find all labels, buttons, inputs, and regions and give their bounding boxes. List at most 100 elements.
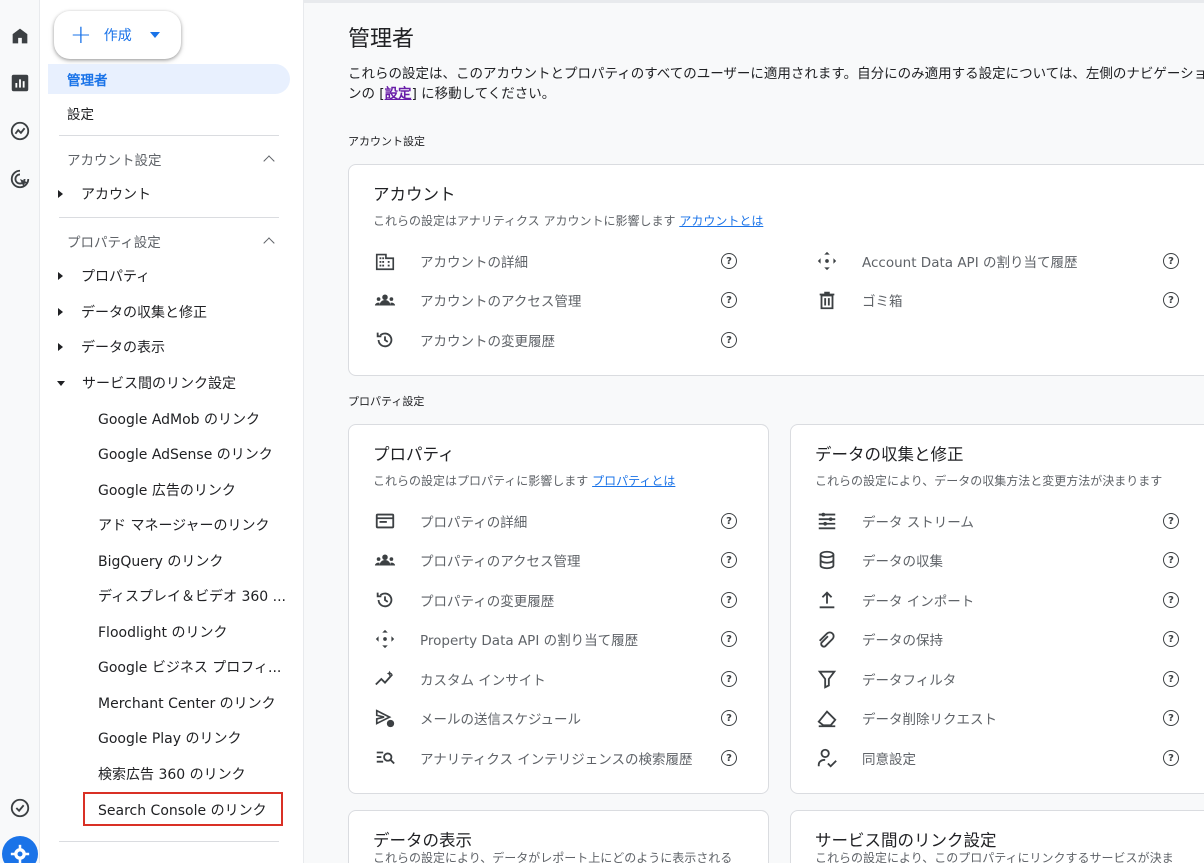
chevron-up-icon xyxy=(263,237,275,249)
admin-gear-icon[interactable] xyxy=(2,836,38,863)
help-icon[interactable]: ? xyxy=(1163,513,1179,529)
help-icon[interactable]: ? xyxy=(1163,292,1179,308)
help-icon[interactable]: ? xyxy=(1163,671,1179,687)
custom-insights-row[interactable]: カスタム インサイト ? xyxy=(373,665,747,693)
expand-arrow-icon xyxy=(58,308,63,316)
sidebar-link-search-ads-360[interactable]: 検索広告 360 のリンク xyxy=(98,764,246,784)
property-settings-section-header[interactable]: プロパティ設定 xyxy=(67,231,279,251)
sidebar-link-google-play[interactable]: Google Play のリンク xyxy=(98,728,241,748)
sidebar-link-merchant-center[interactable]: Merchant Center のリンク xyxy=(98,693,276,713)
what-is-property-link[interactable]: プロパティとは xyxy=(592,474,675,488)
row-label: メールの送信スケジュール xyxy=(420,712,582,728)
account-settings-section-header[interactable]: アカウント設定 xyxy=(67,149,279,169)
account-details-row[interactable]: アカウントの詳細 ? xyxy=(373,247,747,275)
row-label: データの保持 xyxy=(862,633,943,649)
explore-icon[interactable] xyxy=(6,117,34,145)
tree-item-label: プロパティ xyxy=(81,269,151,285)
property-access-row[interactable]: プロパティのアクセス管理 ? xyxy=(373,546,747,574)
group-icon xyxy=(373,288,397,312)
help-icon[interactable]: ? xyxy=(1163,253,1179,269)
sidebar-item-account[interactable]: アカウント xyxy=(58,184,151,204)
sidebar-link-bigquery[interactable]: BigQuery のリンク xyxy=(98,551,223,571)
help-icon[interactable]: ? xyxy=(721,513,737,529)
data-streams-icon xyxy=(815,509,839,533)
property-change-history-row[interactable]: プロパティの変更履歴 ? xyxy=(373,586,747,614)
help-icon[interactable]: ? xyxy=(721,750,737,766)
page-title: 管理者 xyxy=(348,27,415,52)
row-label: アカウントの変更履歴 xyxy=(420,334,555,350)
help-icon[interactable]: ? xyxy=(721,631,737,647)
help-icon[interactable]: ? xyxy=(1163,592,1179,608)
reports-icon[interactable] xyxy=(6,69,34,97)
property-settings-label: プロパティ設定 xyxy=(348,395,425,408)
help-icon[interactable]: ? xyxy=(721,710,737,726)
home-icon[interactable] xyxy=(6,22,34,50)
tree-item-label: データの表示 xyxy=(81,340,165,356)
sidebar-link-adsense[interactable]: Google AdSense のリンク xyxy=(98,444,273,464)
card-title: データの表示 xyxy=(373,831,472,850)
data-filters-row[interactable]: データフィルタ ? xyxy=(815,665,1189,693)
sidebar-link-admob[interactable]: Google AdMob のリンク xyxy=(98,409,260,429)
help-icon[interactable]: ? xyxy=(721,671,737,687)
email-schedule-row[interactable]: メールの送信スケジュール ? xyxy=(373,704,747,732)
sidebar-link-ad-manager[interactable]: アド マネージャーのリンク xyxy=(98,515,269,535)
help-icon[interactable]: ? xyxy=(721,253,737,269)
data-collection-card: データの収集と修正 これらの設定により、データの収集方法と変更方法が決まります … xyxy=(790,424,1204,794)
account-change-history-row[interactable]: アカウントの変更履歴 ? xyxy=(373,326,747,354)
sidebar-link-search-console[interactable]: Search Console のリンク xyxy=(98,800,267,820)
divider xyxy=(59,217,279,218)
sidebar-item-data-display[interactable]: データの表示 xyxy=(58,337,165,357)
row-label: データ ストリーム xyxy=(862,515,974,531)
account-access-row[interactable]: アカウントのアクセス管理 ? xyxy=(373,286,747,314)
help-icon[interactable]: ? xyxy=(1163,631,1179,647)
help-icon[interactable]: ? xyxy=(1163,552,1179,568)
what-is-account-link[interactable]: アカウントとは xyxy=(679,214,763,228)
sidebar-link-business-profile[interactable]: Google ビジネス プロフィ... xyxy=(98,657,281,677)
data-deletion-row[interactable]: データ削除リクエスト ? xyxy=(815,704,1189,732)
data-collection-row[interactable]: データの収集 ? xyxy=(815,546,1189,574)
property-api-quota-row[interactable]: Property Data API の割り当て履歴 ? xyxy=(373,625,747,653)
sidebar-item-admin[interactable]: 管理者 xyxy=(48,64,290,94)
sidebar-item-property[interactable]: プロパティ xyxy=(58,266,150,286)
help-icon[interactable]: ? xyxy=(721,332,737,348)
sidebar-item-settings[interactable]: 設定 xyxy=(67,103,94,123)
card-subtitle: これらの設定はアナリティクス アカウントに影響します アカウントとは xyxy=(373,214,764,228)
data-retention-row[interactable]: データの保持 ? xyxy=(815,625,1189,653)
api-icon xyxy=(373,627,397,651)
building-icon xyxy=(373,249,397,273)
row-label: ゴミ箱 xyxy=(862,294,903,310)
sidebar-link-floodlight[interactable]: Floodlight のリンク xyxy=(98,622,227,642)
insights-icon xyxy=(373,667,397,691)
sidebar-item-product-links[interactable]: サービス間のリンク設定 xyxy=(57,373,236,393)
row-label: アカウントのアクセス管理 xyxy=(420,294,582,310)
help-icon[interactable]: ? xyxy=(721,552,737,568)
help-icon[interactable]: ? xyxy=(1163,750,1179,766)
consent-settings-row[interactable]: 同意設定 ? xyxy=(815,744,1189,772)
retention-icon xyxy=(815,627,839,651)
account-api-quota-row[interactable]: Account Data API の割り当て履歴 ? xyxy=(815,247,1189,275)
row-label: カスタム インサイト xyxy=(420,673,546,689)
help-icon[interactable]: ? xyxy=(1163,710,1179,726)
help-icon[interactable]: ? xyxy=(721,292,737,308)
help-icon[interactable]: ? xyxy=(721,592,737,608)
sidebar-link-dv360[interactable]: ディスプレイ＆ビデオ 360 ... xyxy=(98,586,286,606)
row-label: プロパティの詳細 xyxy=(420,515,528,531)
check-circle-icon[interactable] xyxy=(6,794,34,822)
property-details-row[interactable]: プロパティの詳細 ? xyxy=(373,507,747,535)
row-label: アナリティクス インテリジェンスの検索履歴 xyxy=(420,752,693,768)
eraser-icon xyxy=(815,706,839,730)
row-label: データ インポート xyxy=(862,594,975,610)
data-import-row[interactable]: データ インポート ? xyxy=(815,586,1189,614)
row-label: データ削除リクエスト xyxy=(862,712,997,728)
create-button[interactable]: + 作成 xyxy=(54,11,181,59)
settings-link[interactable]: 設定 xyxy=(385,86,412,102)
trash-row[interactable]: ゴミ箱 ? xyxy=(815,286,1189,314)
advertising-icon[interactable] xyxy=(6,165,34,193)
sidebar-item-data-collection[interactable]: データの収集と修正 xyxy=(58,302,207,322)
search-history-row[interactable]: アナリティクス インテリジェンスの検索履歴 ? xyxy=(373,744,747,772)
card-title: プロパティ xyxy=(373,445,455,464)
data-streams-row[interactable]: データ ストリーム ? xyxy=(815,507,1189,535)
create-button-label: 作成 xyxy=(103,28,132,44)
chevron-up-icon xyxy=(263,155,275,167)
sidebar-link-google-ads[interactable]: Google 広告のリンク xyxy=(98,480,236,500)
